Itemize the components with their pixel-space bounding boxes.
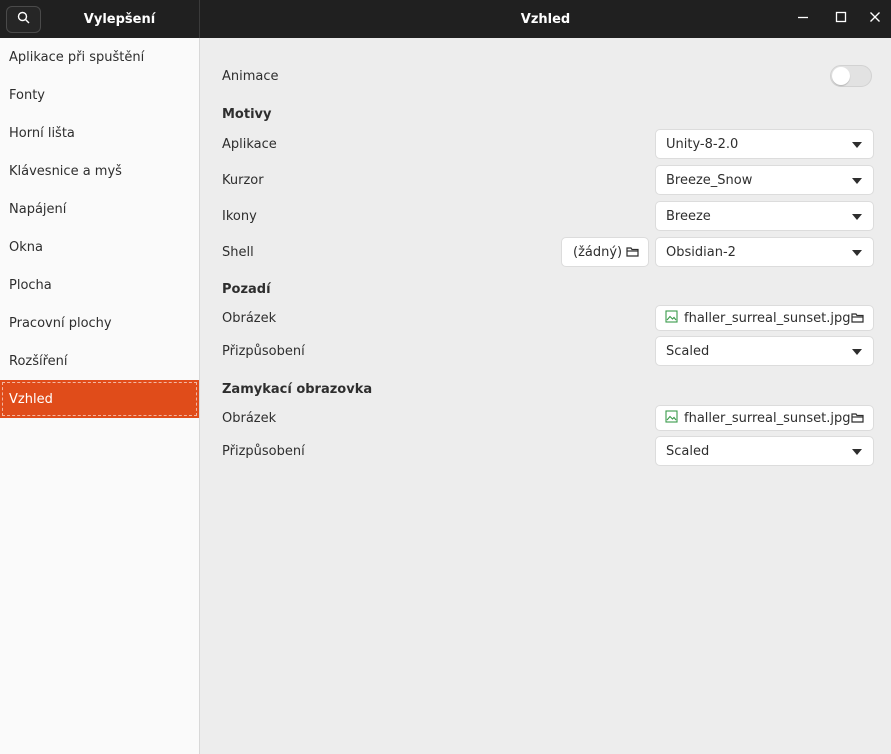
theme-shell-dropdown[interactable]: Obsidian-2	[655, 237, 874, 267]
lock-image-value: fhaller_surreal_sunset.jpg	[684, 410, 851, 426]
lock-adjustment-value: Scaled	[666, 443, 710, 459]
sidebar-item-extensions[interactable]: Rozšíření	[0, 342, 199, 380]
sidebar-item-keyboard-mouse[interactable]: Klávesnice a myš	[0, 152, 199, 190]
sidebar-title: Vylepšení	[83, 11, 156, 27]
image-icon	[665, 409, 678, 427]
lock-image-button[interactable]: fhaller_surreal_sunset.jpg	[655, 405, 874, 431]
lock-screen-section-title: Zamykací obrazovka	[222, 382, 373, 397]
chevron-down-icon	[852, 178, 862, 184]
search-icon	[17, 11, 30, 28]
minimize-icon	[797, 11, 809, 27]
theme-applications-value: Unity-8-2.0	[666, 136, 739, 152]
lock-adjustment-dropdown[interactable]: Scaled	[655, 436, 874, 466]
theme-icons-label: Ikony	[222, 208, 257, 224]
sidebar-item-appearance[interactable]: Vzhled	[0, 380, 199, 418]
theme-icons-value: Breeze	[666, 208, 711, 224]
folder-icon	[626, 245, 639, 262]
background-section-title: Pozadí	[222, 282, 271, 297]
page-title: Vzhled	[520, 11, 571, 27]
lock-image-label: Obrázek	[222, 410, 277, 426]
theme-applications-dropdown[interactable]: Unity-8-2.0	[655, 129, 874, 159]
background-adjustment-label: Přizpůsobení	[222, 343, 305, 359]
sidebar-item-power[interactable]: Napájení	[0, 190, 199, 228]
minimize-button[interactable]	[791, 7, 815, 31]
sidebar-item-desktop[interactable]: Plocha	[0, 266, 199, 304]
image-icon	[665, 309, 678, 327]
animations-row: Animace	[222, 61, 874, 91]
sidebar-item-fonts[interactable]: Fonty	[0, 76, 199, 114]
toggle-knob	[832, 67, 850, 85]
background-image-button[interactable]: fhaller_surreal_sunset.jpg	[655, 305, 874, 331]
theme-shell-label: Shell	[222, 244, 254, 260]
folder-icon	[851, 311, 864, 328]
background-adjustment-dropdown[interactable]: Scaled	[655, 336, 874, 366]
theme-cursor-label: Kurzor	[222, 172, 264, 188]
search-button[interactable]	[6, 6, 41, 33]
chevron-down-icon	[852, 250, 862, 256]
animations-toggle[interactable]	[830, 65, 872, 87]
chevron-down-icon	[852, 142, 862, 148]
background-image-value: fhaller_surreal_sunset.jpg	[684, 310, 851, 326]
shell-file-button[interactable]: (žádný)	[561, 237, 649, 267]
theme-applications-label: Aplikace	[222, 136, 277, 152]
theme-shell-value: Obsidian-2	[666, 244, 736, 260]
chevron-down-icon	[852, 349, 862, 355]
sidebar-item-startup-applications[interactable]: Aplikace při spuštění	[0, 38, 199, 76]
folder-icon	[851, 411, 864, 428]
background-image-label: Obrázek	[222, 310, 277, 326]
sidebar-header: Vylepšení	[0, 0, 200, 38]
shell-file-value: (žádný)	[573, 244, 623, 260]
chevron-down-icon	[852, 214, 862, 220]
sidebar: Aplikace při spuštění Fonty Horní lišta …	[0, 38, 200, 754]
close-button[interactable]	[863, 7, 887, 31]
theme-cursor-value: Breeze_Snow	[666, 172, 753, 188]
header-bar: Vylepšení Vzhled	[0, 0, 891, 38]
chevron-down-icon	[852, 449, 862, 455]
theme-cursor-dropdown[interactable]: Breeze_Snow	[655, 165, 874, 195]
sidebar-item-workspaces[interactable]: Pracovní plochy	[0, 304, 199, 342]
theme-icons-dropdown[interactable]: Breeze	[655, 201, 874, 231]
main-panel: Animace Motivy Aplikace Unity-8-2.0 Kurz…	[200, 38, 891, 754]
close-icon	[869, 11, 881, 27]
lock-adjustment-label: Přizpůsobení	[222, 443, 305, 459]
sidebar-item-top-bar[interactable]: Horní lišta	[0, 114, 199, 152]
maximize-button[interactable]	[829, 7, 853, 31]
background-adjustment-value: Scaled	[666, 343, 710, 359]
sidebar-item-windows[interactable]: Okna	[0, 228, 199, 266]
animations-label: Animace	[222, 68, 279, 84]
maximize-icon	[835, 11, 847, 27]
themes-section-title: Motivy	[222, 107, 272, 122]
